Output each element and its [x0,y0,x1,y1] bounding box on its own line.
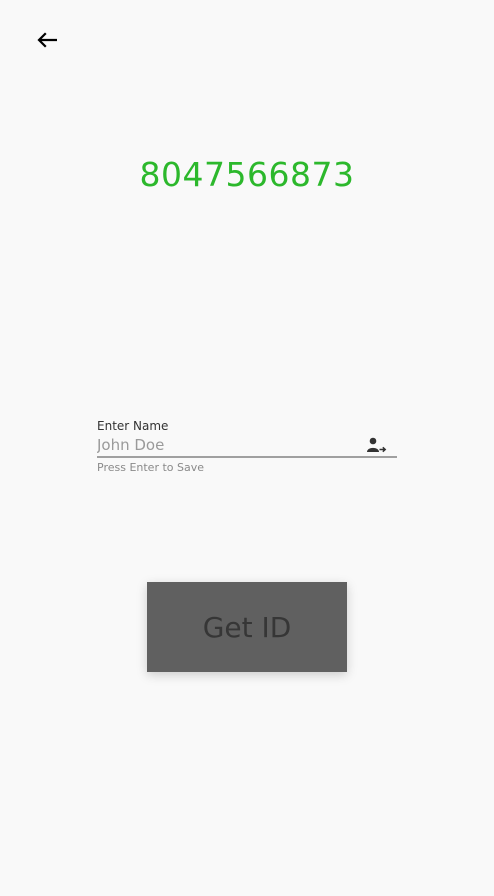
get-id-button[interactable]: Get ID [147,582,347,672]
arrow-left-icon [37,32,58,52]
field-helper-text: Press Enter to Save [97,461,205,474]
name-field: Enter Name Press Enter to Save [97,418,397,476]
field-row [97,434,397,458]
back-button[interactable] [34,29,60,55]
field-label: Enter Name [97,419,169,433]
id-number: 8047566873 [139,155,355,194]
person-arrow-right-icon[interactable] [365,434,389,456]
name-input[interactable] [97,434,357,456]
